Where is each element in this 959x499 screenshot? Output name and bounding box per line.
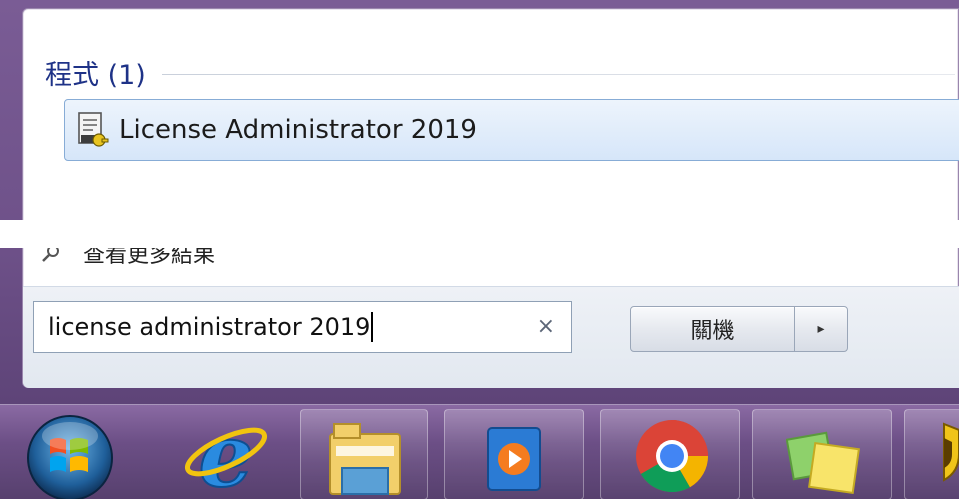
search-result-item[interactable]: License Administrator 2019	[64, 99, 959, 161]
shutdown-button[interactable]: 關機	[631, 307, 795, 351]
shield-icon	[943, 422, 959, 482]
media-player-icon	[487, 427, 541, 491]
sticky-notes-icon	[786, 431, 860, 494]
search-input[interactable]: license administrator 2019 ×	[33, 301, 572, 353]
section-header: 程式 (1)	[45, 53, 955, 92]
license-admin-icon	[78, 112, 109, 147]
overlay-strip	[0, 220, 959, 248]
clear-search-icon[interactable]: ×	[537, 314, 555, 339]
shutdown-button-group: 關機 ▸	[630, 306, 848, 352]
start-orb-icon[interactable]	[22, 410, 118, 499]
search-input-text: license administrator 2019	[48, 313, 371, 341]
internet-explorer-icon[interactable]: e	[180, 410, 272, 499]
shutdown-options-arrow-icon[interactable]: ▸	[795, 307, 847, 351]
section-divider	[161, 74, 955, 75]
search-result-label: License Administrator 2019	[119, 115, 477, 145]
section-title: 程式 (1)	[45, 60, 146, 91]
chrome-icon	[636, 420, 708, 493]
svg-text:e: e	[199, 410, 254, 499]
file-explorer-icon	[329, 423, 401, 495]
text-caret	[371, 312, 374, 342]
